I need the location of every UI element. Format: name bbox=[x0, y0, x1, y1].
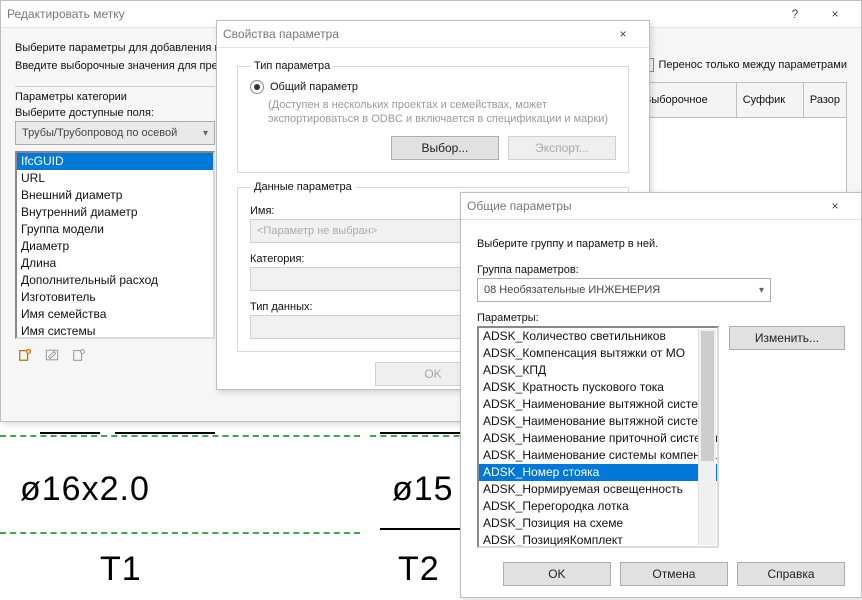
col-optional: Выборочное bbox=[638, 83, 737, 117]
window-title: Редактировать метку bbox=[7, 7, 775, 21]
col-break: Разор bbox=[804, 83, 846, 117]
params-label: Параметры: bbox=[477, 312, 845, 324]
list-item[interactable]: ADSK_Наименование вытяжной системы от МО bbox=[479, 413, 717, 430]
list-item[interactable]: Изготовитель bbox=[17, 289, 213, 306]
edit-param-button[interactable] bbox=[42, 345, 62, 365]
group-dropdown[interactable]: 08 Необязательные ИНЖЕНЕРИЯ▾ bbox=[477, 278, 771, 302]
chevron-down-icon: ▾ bbox=[203, 128, 208, 139]
list-item[interactable]: ADSK_КПД bbox=[479, 362, 717, 379]
shared-help-text: (Доступен в нескольких проектах и семейс… bbox=[268, 98, 616, 126]
list-item[interactable]: Дополнительный расход bbox=[17, 272, 213, 289]
type-group-label: Тип параметра bbox=[250, 60, 334, 72]
new-param-button[interactable] bbox=[15, 345, 35, 365]
list-item[interactable]: ADSK_Наименование вытяжной системы bbox=[479, 396, 717, 413]
shared-radio-label: Общий параметр bbox=[270, 81, 358, 93]
list-item[interactable]: ADSK_Перегородка лотка bbox=[479, 498, 717, 515]
window-title: Свойства параметра bbox=[223, 27, 603, 41]
list-item[interactable]: Диаметр bbox=[17, 238, 213, 255]
data-group-label: Данные параметра bbox=[250, 181, 356, 193]
wrap-label: Перенос только между параметрами bbox=[658, 59, 847, 71]
window-title: Общие параметры bbox=[467, 199, 815, 213]
list-item[interactable]: ADSK_Компенсация вытяжки от МО bbox=[479, 345, 717, 362]
axis-label-1: T1 bbox=[100, 550, 142, 589]
category-dropdown: ▾ bbox=[250, 267, 474, 291]
third-tool-button[interactable] bbox=[69, 345, 89, 365]
list-item[interactable]: ADSK_Нормируемая освещенность bbox=[479, 481, 717, 498]
list-item[interactable]: Длина bbox=[17, 255, 213, 272]
datatype-dropdown: ▾ bbox=[250, 315, 474, 339]
help-button[interactable]: Справка bbox=[737, 562, 845, 586]
label-table-header: Выборочное Суффик Разор bbox=[637, 82, 847, 118]
category-params-group: Параметры категории bbox=[15, 86, 215, 103]
edit-button[interactable]: Изменить... bbox=[729, 326, 845, 350]
chevron-down-icon: ▾ bbox=[759, 285, 764, 296]
close-button[interactable]: × bbox=[815, 193, 855, 219]
list-item[interactable]: Группа модели bbox=[17, 221, 213, 238]
ok-button[interactable]: OK bbox=[503, 562, 611, 586]
list-item[interactable]: URL bbox=[17, 170, 213, 187]
list-item[interactable]: IfcGUID bbox=[17, 153, 213, 170]
group-label: Группа параметров: bbox=[477, 264, 845, 276]
scroll-thumb[interactable] bbox=[701, 331, 714, 461]
list-item[interactable]: Внутренний диаметр bbox=[17, 204, 213, 221]
list-item[interactable]: ADSK_Номер стояка bbox=[479, 464, 717, 481]
cancel-button[interactable]: Отмена bbox=[620, 562, 728, 586]
col-suffix: Суффик bbox=[737, 83, 804, 117]
list-item[interactable]: ADSK_Наименование системы компенсации МО bbox=[479, 447, 717, 464]
export-button: Экспорт... bbox=[508, 136, 616, 160]
help-button[interactable]: ? bbox=[775, 1, 815, 27]
choose-button[interactable]: Выбор... bbox=[391, 136, 499, 160]
shared-params-dialog: Общие параметры × Выберите группу и пара… bbox=[460, 192, 862, 598]
list-item[interactable]: ADSK_Количество светильников bbox=[479, 328, 717, 345]
available-fields-label: Выберите доступные поля: bbox=[15, 107, 215, 119]
dim-label-1: ø16x2.0 bbox=[20, 470, 150, 509]
list-item[interactable]: Имя семейства bbox=[17, 306, 213, 323]
dim-label-2: ø15 bbox=[392, 470, 454, 509]
close-button[interactable]: × bbox=[603, 21, 643, 47]
list-item[interactable]: ADSK_Кратность пускового тока bbox=[479, 379, 717, 396]
close-button[interactable]: × bbox=[815, 1, 855, 27]
category-dropdown[interactable]: Трубы/Трубопровод по осевой▾ bbox=[15, 121, 215, 145]
scrollbar[interactable] bbox=[698, 329, 716, 545]
prompt: Выберите группу и параметр в ней. bbox=[477, 238, 845, 250]
list-item[interactable]: ADSK_ПозицияКомплект bbox=[479, 532, 717, 548]
fields-listbox[interactable]: IfcGUIDURLВнешний диаметрВнутренний диам… bbox=[15, 151, 215, 339]
titlebar: Свойства параметра × bbox=[217, 21, 649, 48]
list-item[interactable]: ADSK_Позиция на схеме bbox=[479, 515, 717, 532]
instruction-2: Введите выборочные значения для пре bbox=[15, 60, 218, 72]
shared-radio[interactable] bbox=[250, 80, 264, 94]
axis-label-2: T2 bbox=[398, 550, 440, 589]
titlebar: Общие параметры × bbox=[461, 193, 861, 220]
list-item[interactable]: Внешний диаметр bbox=[17, 187, 213, 204]
params-listbox[interactable]: ADSK_Количество светильниковADSK_Компенс… bbox=[477, 326, 719, 548]
name-field: <Параметр не выбран> bbox=[250, 219, 474, 243]
list-item[interactable]: ADSK_Наименование приточной системы bbox=[479, 430, 717, 447]
list-item[interactable]: Имя системы bbox=[17, 323, 213, 339]
